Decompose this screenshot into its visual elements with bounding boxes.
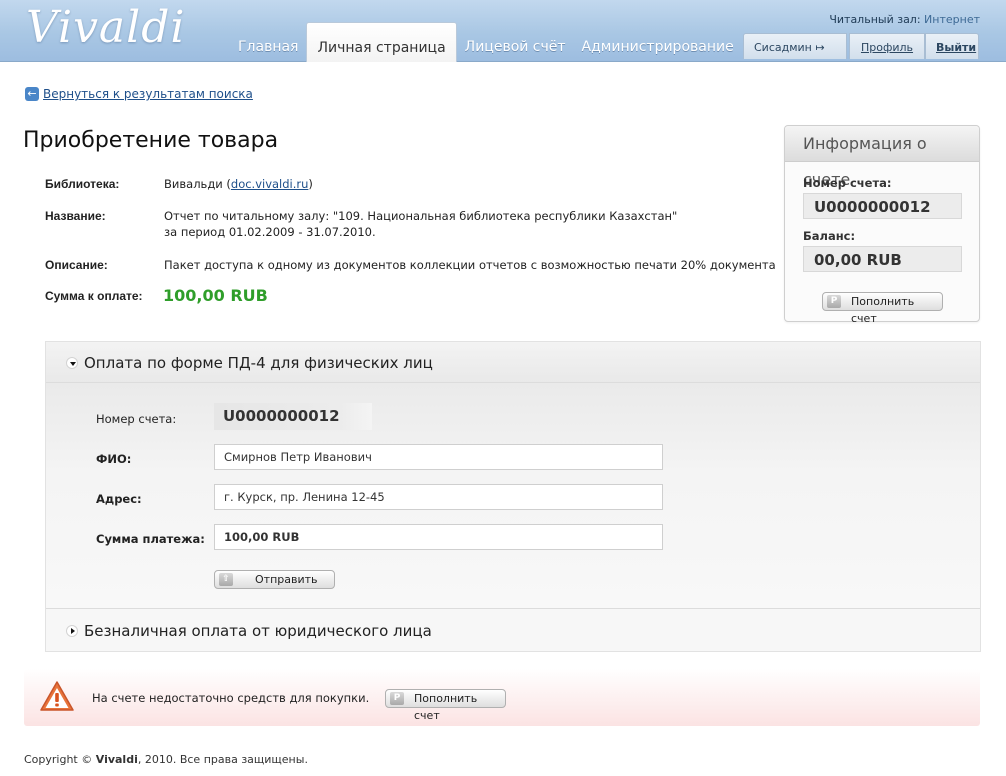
- copyright-suffix: , 2010. Все права защищены.: [137, 753, 308, 766]
- payment-panel: Оплата по форме ПД-4 для физических лиц …: [45, 341, 981, 652]
- profile-link[interactable]: Профиль: [849, 33, 925, 59]
- name-value: Отчет по читальному залу: "109. Национал…: [164, 208, 677, 240]
- legal-entity-section-title[interactable]: Безналичная оплата от юридического лица: [66, 622, 432, 640]
- reading-room-label: Читальный зал:: [829, 13, 921, 26]
- warning-topup-label: Пополнить счет: [414, 692, 478, 722]
- sum-input[interactable]: [214, 524, 663, 550]
- name-label: Название:: [45, 209, 106, 223]
- legal-entity-section-header[interactable]: Безналичная оплата от юридического лица: [46, 610, 980, 651]
- account-info-title: Информация о счете: [785, 126, 979, 189]
- back-arrow-icon: ←: [25, 87, 39, 101]
- fio-label: ФИО:: [96, 452, 132, 466]
- ruble-icon: Р: [827, 295, 841, 308]
- account-number-label: Номер счета:: [803, 176, 892, 190]
- description-value: Пакет доступа к одному из документов кол…: [164, 258, 776, 272]
- balance-value: 00,00 RUB: [803, 246, 962, 272]
- pd4-form: Номер счета: U0000000012 ФИО: Адрес: Сум…: [46, 383, 980, 609]
- warning-text: На счете недостаточно средств для покупк…: [92, 691, 370, 705]
- sum-label: Сумма платежа:: [96, 532, 205, 546]
- library-link[interactable]: doc.vivaldi.ru: [231, 177, 309, 191]
- pd4-section-header[interactable]: Оплата по форме ПД-4 для физических лиц: [46, 342, 980, 383]
- address-input[interactable]: [214, 484, 663, 510]
- tab-personal-page[interactable]: Личная страница: [306, 22, 457, 62]
- pd4-section-label: Оплата по форме ПД-4 для физических лиц: [84, 354, 433, 372]
- insufficient-funds-warning: На счете недостаточно средств для покупк…: [24, 669, 980, 726]
- copyright-brand: Vivaldi: [95, 753, 138, 766]
- library-name: Вивальди (: [164, 177, 231, 191]
- reading-room-status: Читальный зал: Интернет: [829, 13, 980, 26]
- form-account-value: U0000000012: [214, 403, 372, 430]
- collapse-arrow-icon[interactable]: [66, 357, 78, 369]
- description-label: Описание:: [45, 258, 108, 272]
- top-header: Vivaldi Главная Личная страница Лицевой …: [0, 0, 1006, 62]
- ruble-icon: Р: [390, 692, 404, 705]
- back-to-search-link[interactable]: ← Вернуться к результатам поиска: [25, 87, 253, 101]
- warning-topup-button[interactable]: Р Пополнить счет: [385, 689, 506, 722]
- warning-icon: [40, 681, 74, 711]
- tab-administration[interactable]: Администрирование: [574, 22, 742, 62]
- user-menu[interactable]: Сисадмин ↦: [743, 33, 847, 59]
- account-number-value: U0000000012: [803, 193, 962, 219]
- library-close: ): [308, 177, 313, 191]
- library-label: Библиотека:: [45, 177, 120, 191]
- name-line-1: Отчет по читальному залу: "109. Национал…: [164, 209, 678, 223]
- tab-home[interactable]: Главная: [230, 22, 306, 62]
- submit-label: Отправить: [255, 573, 318, 586]
- address-label: Адрес:: [96, 492, 142, 506]
- account-info-box: Информация о счете Номер счета: U0000000…: [784, 125, 980, 325]
- name-line-2: за период 01.02.2009 - 31.07.2010.: [164, 225, 376, 239]
- submit-button[interactable]: ⇧ Отправить: [214, 570, 335, 589]
- footer-copyright: Copyright © Vivaldi, 2010. Все права защ…: [24, 753, 308, 766]
- main-nav: Главная Личная страница Лицевой счёт Адм…: [230, 22, 742, 62]
- tab-account[interactable]: Лицевой счёт: [457, 22, 574, 62]
- user-bar: Сисадмин ↦ Профиль Выйти: [743, 33, 979, 59]
- upload-arrow-icon: ⇧: [219, 573, 233, 586]
- topup-account-label: Пополнить счет: [851, 295, 915, 325]
- pd4-section-title[interactable]: Оплата по форме ПД-4 для физических лиц: [66, 354, 433, 372]
- back-to-search-label[interactable]: Вернуться к результатам поиска: [43, 87, 253, 101]
- topup-account-button[interactable]: Р Пополнить счет: [822, 292, 943, 325]
- vivaldi-logo[interactable]: Vivaldi: [26, 2, 185, 53]
- copyright-prefix: Copyright ©: [24, 753, 96, 766]
- expand-arrow-icon[interactable]: [66, 625, 78, 637]
- legal-entity-section-label: Безналичная оплата от юридического лица: [84, 622, 432, 640]
- reading-room-value: Интернет: [924, 13, 980, 26]
- page-title: Приобретение товара: [23, 128, 279, 153]
- fio-input[interactable]: [214, 444, 663, 470]
- library-value: Вивальди (doc.vivaldi.ru): [164, 176, 313, 192]
- amount-label: Сумма к оплате:: [45, 289, 143, 303]
- balance-label: Баланс:: [803, 229, 856, 243]
- amount-value: 100,00 RUB: [163, 286, 268, 305]
- logout-link[interactable]: Выйти: [925, 33, 979, 59]
- form-account-label: Номер счета:: [96, 412, 177, 426]
